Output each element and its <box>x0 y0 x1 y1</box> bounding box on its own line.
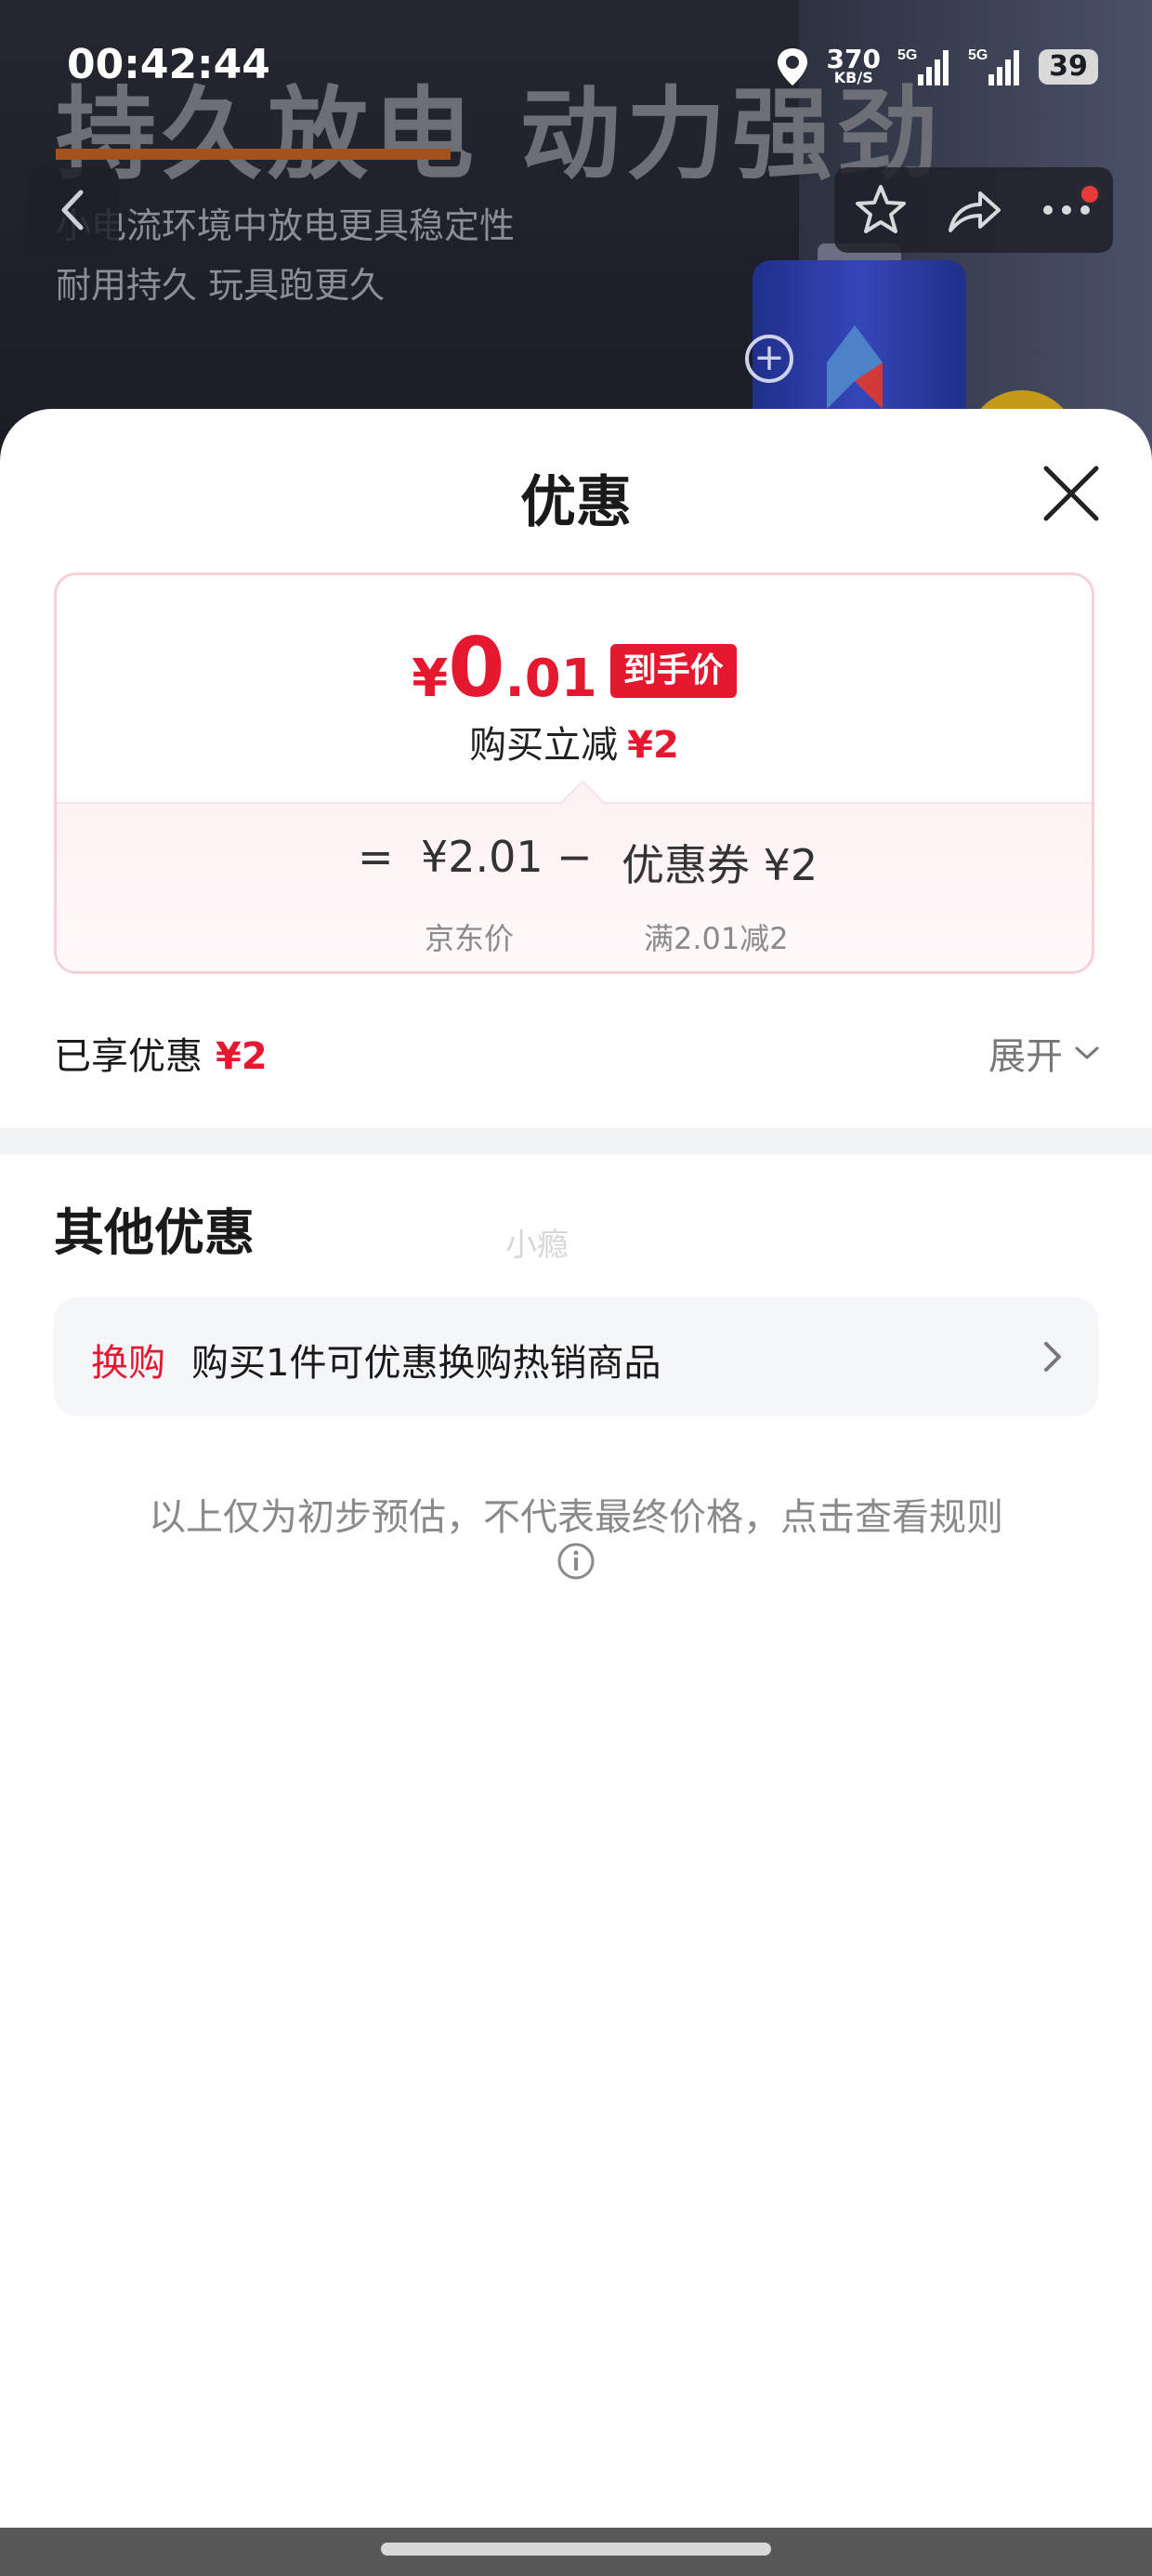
price-integer: 0 <box>448 620 505 716</box>
instant-discount-label: 购买立减 <box>469 724 619 767</box>
status-icons: 370 KB/S 5G 5G 39 <box>775 41 1098 93</box>
back-icon <box>61 190 84 230</box>
section-divider <box>0 1128 1152 1154</box>
banner-subtitle-2: 耐用持久 玩具跑更久 <box>56 265 386 306</box>
nav-action-group <box>834 167 1113 253</box>
breakdown-coupon-label: 满2.01减2 <box>644 921 789 956</box>
status-time: 00:42:44 <box>67 41 270 88</box>
breakdown-equals: = <box>358 832 394 882</box>
enjoyed-discount-label: 已享优惠 <box>54 1035 203 1078</box>
breakdown-minus: − <box>556 832 593 882</box>
network-type-1: 5G <box>897 47 917 63</box>
share-button[interactable] <box>932 168 1015 252</box>
signal-icon: 5G <box>897 47 949 85</box>
expand-label: 展开 <box>988 1035 1063 1078</box>
price-decimal: .01 <box>504 649 597 709</box>
home-indicator[interactable] <box>381 2543 771 2556</box>
close-icon[interactable] <box>1039 461 1104 526</box>
instant-discount-amount: ¥2 <box>627 724 679 767</box>
breakdown-coupon: 优惠券 ¥2 <box>622 840 818 890</box>
trade-in-offer[interactable]: 换购 购买1件可优惠换购热销商品 <box>54 1297 1098 1416</box>
more-button[interactable] <box>1025 168 1108 252</box>
price-card: ¥ 0 .01 到手价 购买立减 ¥2 = ¥2.01 − 优惠券 ¥2 京东价 … <box>54 572 1094 974</box>
star-icon <box>856 185 906 233</box>
final-price: ¥ 0 .01 <box>412 627 596 709</box>
breakdown-base-price: ¥2.01 <box>421 832 543 882</box>
chevron-down-icon <box>1075 1046 1099 1059</box>
trade-in-tag: 换购 <box>91 1342 165 1385</box>
network-speed-unit: KB/S <box>833 69 873 86</box>
banner-subtitle-1: 小电流环境中放电更具稳定性 <box>56 205 516 246</box>
price-breakdown: = ¥2.01 − 优惠券 ¥2 京东价 满2.01减2 <box>57 780 1092 971</box>
instant-discount: 购买立减 ¥2 <box>57 715 1092 769</box>
battery-logo <box>827 325 883 409</box>
network-type-2: 5G <box>968 47 988 63</box>
chevron-right-icon <box>1044 1342 1061 1372</box>
signal-icon-2: 5G <box>968 47 1019 85</box>
final-price-tag: 到手价 <box>609 644 737 698</box>
price-currency: ¥ <box>412 649 449 709</box>
pricing-disclaimer[interactable]: 以上仅为初步预估，不代表最终价格，点击查看规则 <box>0 1487 1152 1541</box>
trade-in-text: 购买1件可优惠换购热销商品 <box>191 1342 661 1385</box>
battery-plus-icon: + <box>745 335 793 383</box>
discount-sheet: 优惠 ¥ 0 .01 到手价 购买立减 ¥2 = ¥2.01 − 优惠券 ¥2 京… <box>0 409 1152 2576</box>
banner-underline <box>56 149 451 160</box>
watermark: 小瘾 <box>505 1227 569 1264</box>
battery-icon: 39 <box>1039 49 1098 85</box>
expand-button[interactable]: 展开 <box>988 1026 1100 1080</box>
other-discounts-title: 其他优惠 <box>54 1203 255 1262</box>
enjoyed-discount-amount: ¥2 <box>216 1035 268 1078</box>
breakdown-base-label: 京东价 <box>425 921 515 956</box>
share-icon <box>949 191 1001 232</box>
enjoyed-discount: 已享优惠 ¥2 <box>54 1026 268 1080</box>
final-price-row: ¥ 0 .01 到手价 <box>57 627 1092 709</box>
favorite-button[interactable] <box>839 168 923 252</box>
info-icon[interactable] <box>556 1541 596 1582</box>
network-speed: 370 KB/S <box>827 46 881 86</box>
back-button[interactable] <box>28 167 119 253</box>
notification-dot <box>1079 183 1101 205</box>
sheet-title: 优惠 <box>520 470 632 535</box>
location-icon <box>777 48 807 85</box>
price-card-top: ¥ 0 .01 到手价 购买立减 ¥2 <box>57 575 1092 802</box>
